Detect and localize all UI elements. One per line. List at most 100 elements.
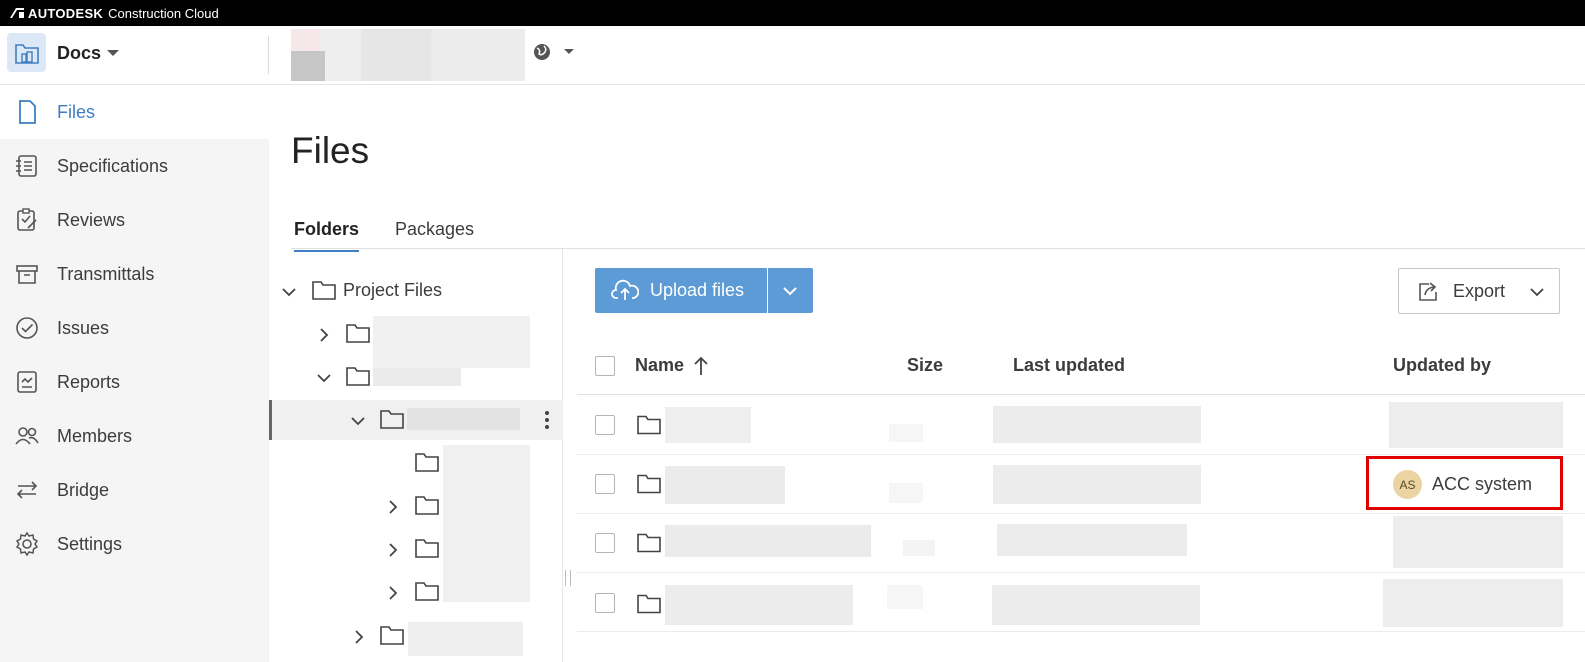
avatar: AS (1393, 470, 1422, 499)
brand-bar: AUTODESK Construction Cloud (0, 0, 1585, 26)
brand-product: Construction Cloud (108, 5, 219, 21)
redacted-size (889, 483, 923, 503)
tree-item[interactable] (269, 443, 563, 483)
sidebar-item-bridge[interactable]: Bridge (0, 463, 269, 517)
tree-item[interactable] (269, 572, 563, 612)
chevron-down-icon[interactable] (564, 49, 574, 54)
pane-resize-handle[interactable] (565, 570, 571, 586)
sidebar-item-settings[interactable]: Settings (0, 517, 269, 571)
folder-icon (415, 539, 439, 558)
chevron-down-icon[interactable] (351, 414, 365, 428)
row-checkbox[interactable] (595, 533, 615, 553)
transmittals-icon (16, 265, 38, 284)
sidebar-item-issues[interactable]: Issues (0, 301, 269, 355)
chevron-down-icon[interactable] (317, 371, 331, 385)
folder-icon (346, 367, 370, 386)
sidebar-item-label: Reports (57, 371, 121, 392)
tree-item[interactable] (269, 314, 563, 368)
folder-icon (415, 582, 439, 601)
column-header-updated-by[interactable]: Updated by (1393, 355, 1491, 376)
table-row[interactable] (577, 396, 1585, 455)
tab-packages[interactable]: Packages (395, 219, 474, 250)
sidebar-item-reviews[interactable]: Reviews (0, 193, 269, 247)
row-checkbox[interactable] (595, 593, 615, 613)
chevron-right-icon[interactable] (386, 500, 400, 514)
cloud-upload-icon (611, 279, 639, 300)
redacted-label (408, 622, 523, 656)
sidebar-item-label: Bridge (57, 479, 110, 500)
redacted-date (997, 524, 1187, 556)
tree-item-project-files[interactable]: Project Files (269, 271, 563, 311)
redacted-date (993, 406, 1201, 443)
redacted-label (373, 368, 461, 386)
export-button[interactable]: Export (1398, 268, 1560, 314)
sidebar-item-files[interactable]: Files (0, 85, 269, 139)
chevron-down-icon (1530, 288, 1544, 297)
sort-ascending-icon[interactable] (693, 356, 709, 376)
divider (268, 36, 269, 74)
sidebar: Files Specifications Reviews Transmittal… (0, 85, 269, 662)
column-header-size[interactable]: Size (907, 355, 943, 376)
redacted-size (887, 585, 923, 609)
redacted-date (993, 465, 1201, 504)
folder-icon (637, 594, 661, 614)
redacted-name (665, 585, 853, 625)
file-icon (19, 100, 36, 124)
chevron-right-icon[interactable] (386, 543, 400, 557)
tree-item-selected[interactable] (269, 400, 563, 440)
column-header-last-updated[interactable]: Last updated (1013, 355, 1125, 376)
redacted-date (992, 585, 1200, 625)
folder-icon (415, 453, 439, 472)
upload-options-button[interactable] (768, 268, 813, 313)
chevron-down-icon[interactable] (107, 50, 119, 56)
tree-item[interactable] (269, 529, 563, 569)
tree-item-label: Project Files (343, 280, 443, 300)
chevron-right-icon[interactable] (352, 630, 366, 644)
table-header: Name Size Last updated Updated by (577, 340, 1585, 395)
chevron-down-icon (783, 287, 797, 296)
docs-module-icon[interactable] (7, 33, 46, 72)
table-row[interactable] (577, 573, 1585, 632)
chevron-right-icon[interactable] (386, 586, 400, 600)
module-switcher[interactable]: Docs (57, 43, 101, 64)
tab-folders[interactable]: Folders (294, 219, 360, 252)
sidebar-item-label: Issues (57, 317, 110, 338)
folder-icon (312, 281, 336, 300)
tree-item[interactable] (269, 486, 563, 526)
redacted-updated-by (1389, 402, 1563, 448)
redacted-size (903, 540, 935, 556)
select-all-checkbox[interactable] (595, 356, 615, 376)
sidebar-item-specifications[interactable]: Specifications (0, 139, 269, 193)
row-checkbox[interactable] (595, 415, 615, 435)
sidebar-item-label: Files (57, 101, 96, 122)
row-checkbox[interactable] (595, 474, 615, 494)
upload-files-button[interactable]: Upload files (595, 268, 767, 313)
project-selector[interactable] (291, 29, 525, 81)
specifications-icon (16, 155, 37, 177)
page-title: Files (291, 130, 370, 171)
column-header-name[interactable]: Name (635, 355, 684, 376)
upload-files-label: Upload files (650, 280, 745, 300)
tab-bar: Folders Packages (291, 208, 1585, 252)
sidebar-item-transmittals[interactable]: Transmittals (0, 247, 269, 301)
sidebar-item-label: Members (57, 425, 133, 446)
tree-item[interactable] (269, 616, 563, 656)
folder-icon (415, 496, 439, 515)
settings-icon (15, 531, 39, 557)
issues-icon (16, 317, 38, 339)
folder-icon (380, 410, 404, 429)
sidebar-item-reports[interactable]: Reports (0, 355, 269, 409)
chevron-right-icon[interactable] (317, 328, 331, 342)
tree-item[interactable] (269, 357, 563, 397)
redacted-updated-by (1393, 516, 1563, 568)
folder-icon (380, 626, 404, 645)
redacted-name (665, 466, 785, 504)
reviews-icon (17, 208, 37, 231)
table-row[interactable] (577, 514, 1585, 573)
globe-icon[interactable] (533, 43, 551, 61)
folder-tree: Project Files (269, 249, 563, 662)
chevron-down-icon[interactable] (282, 285, 296, 299)
reports-icon (17, 371, 37, 393)
more-options-icon[interactable] (545, 410, 549, 430)
sidebar-item-members[interactable]: Members (0, 409, 269, 463)
